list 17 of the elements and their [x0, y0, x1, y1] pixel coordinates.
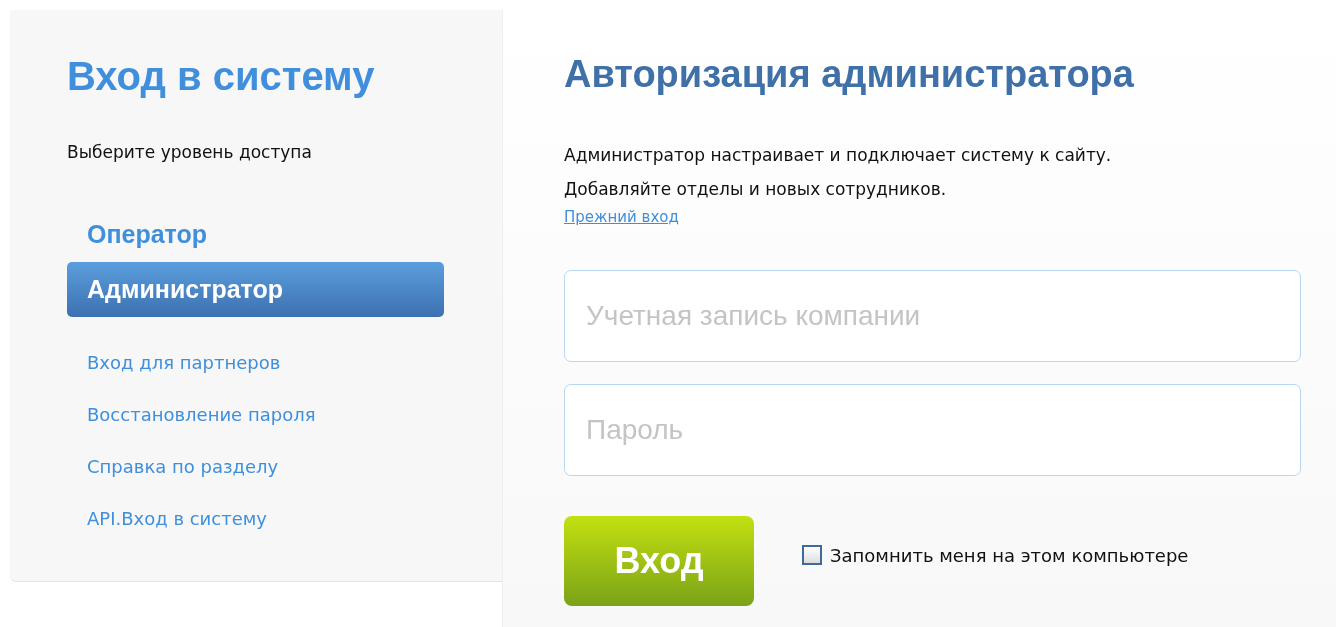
sidebar-link[interactable]: Восстановление пароля — [67, 389, 444, 441]
description-text: Администратор настраивает и подключает систему к сайту. — [564, 144, 1112, 167]
description-text: Добавляйте отделы и новых сотрудников. — [564, 178, 948, 201]
remember-checkbox[interactable] — [802, 545, 822, 565]
page-title: Авторизация администратора — [564, 52, 1134, 97]
sidebar-link[interactable]: Справка по разделу — [67, 441, 444, 493]
sidebar-link[interactable]: API.Вход в систему — [67, 493, 444, 545]
sidebar-link[interactable]: Вход для партнеров — [67, 337, 444, 389]
access-level-tab[interactable]: Администратор — [67, 262, 444, 317]
access-level-prompt: Выберите уровень доступа — [67, 142, 313, 162]
access-level-tab[interactable]: Оператор — [67, 206, 444, 262]
sidebar-title: Вход в систему — [67, 53, 376, 100]
login-button[interactable]: Вход — [564, 516, 754, 606]
legacy-login-link[interactable]: Прежний вход — [564, 208, 679, 226]
input-field[interactable]: Пароль — [564, 384, 1301, 476]
input-field[interactable]: Учетная запись компании — [564, 270, 1301, 362]
remember-label: Запомнить меня на этом компьютере — [830, 544, 1189, 566]
